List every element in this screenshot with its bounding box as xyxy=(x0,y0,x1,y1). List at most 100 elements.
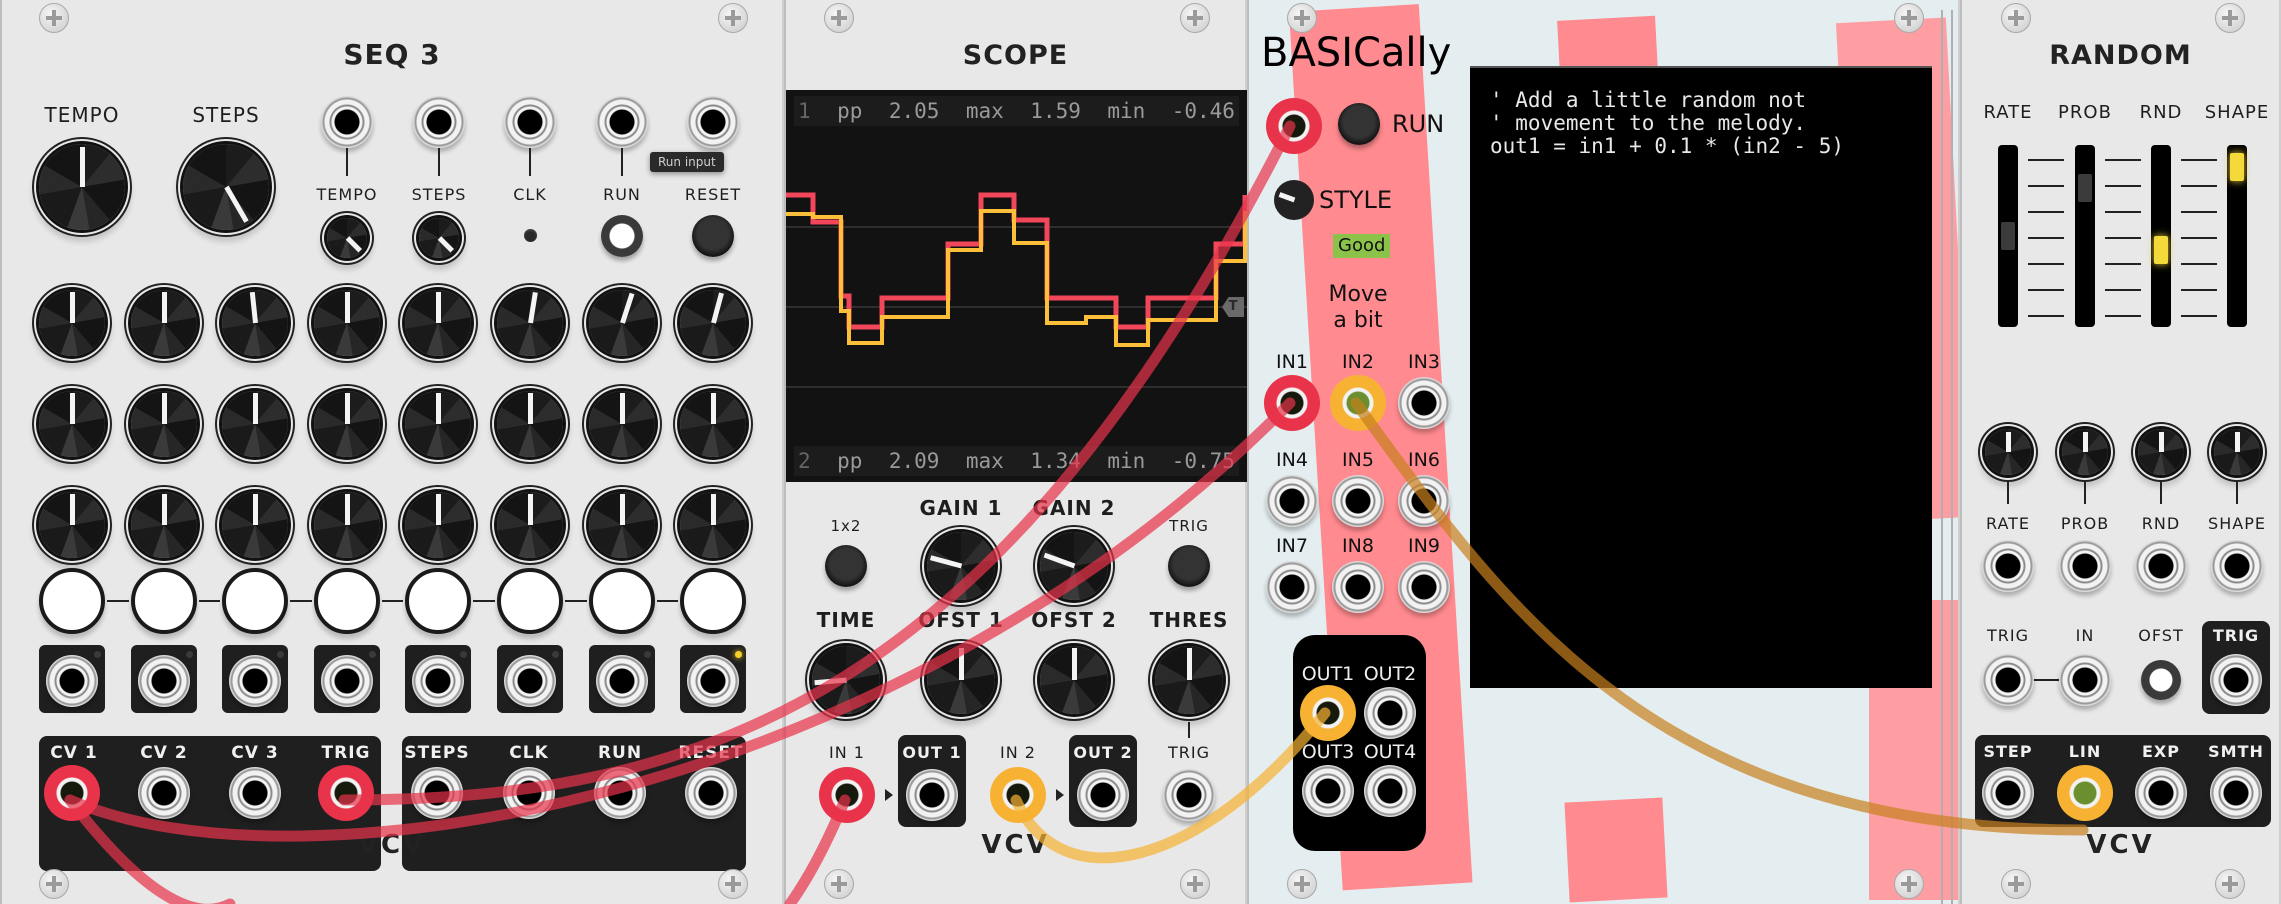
smth-output-jack[interactable] xyxy=(2210,767,2262,819)
cv2-output-jack[interactable] xyxy=(138,767,190,819)
step-gate-output-jack[interactable] xyxy=(321,655,373,707)
code-editor[interactable]: ' Add a little random not ' movement to … xyxy=(1470,66,1932,688)
output-jack[interactable] xyxy=(1302,765,1354,817)
step-knob[interactable] xyxy=(314,492,380,558)
input-jack[interactable] xyxy=(1398,377,1450,429)
cv-input-jack[interactable] xyxy=(2059,540,2111,592)
reset-input-jack[interactable] xyxy=(687,96,739,148)
output-plugged[interactable] xyxy=(1300,685,1356,741)
exp-output-jack[interactable] xyxy=(2135,767,2187,819)
input-jack[interactable] xyxy=(1266,475,1318,527)
step-gate-output-jack[interactable] xyxy=(229,655,281,707)
thres-knob[interactable] xyxy=(1155,646,1223,714)
step-knob[interactable] xyxy=(39,290,105,356)
time-knob[interactable] xyxy=(812,646,880,714)
tempo-cv-input-jack[interactable] xyxy=(321,96,373,148)
cv3-output-jack[interactable] xyxy=(229,767,281,819)
cv-input-jack[interactable] xyxy=(2135,540,2187,592)
in1-plugged[interactable] xyxy=(819,767,875,823)
cv-input-jack[interactable] xyxy=(2211,540,2263,592)
step-knob[interactable] xyxy=(131,290,197,356)
cv-attenuator-knob[interactable] xyxy=(2062,429,2108,475)
cv-input-jack[interactable] xyxy=(1982,540,2034,592)
step-knob[interactable] xyxy=(680,391,746,457)
slider-handle[interactable] xyxy=(2230,153,2244,181)
gate-button[interactable] xyxy=(497,568,563,634)
step-knob[interactable] xyxy=(405,391,471,457)
clk-input-jack[interactable] xyxy=(504,96,556,148)
step-gate-output-jack[interactable] xyxy=(46,655,98,707)
cv-attenuator-knob[interactable] xyxy=(1985,429,2031,475)
output-jack[interactable] xyxy=(1364,687,1416,739)
gate-button[interactable] xyxy=(680,568,746,634)
gain2-knob[interactable] xyxy=(1040,532,1108,600)
step-knob[interactable] xyxy=(131,391,197,457)
run-input-jack[interactable] xyxy=(596,96,648,148)
ofst1-knob[interactable] xyxy=(927,646,995,714)
step-knob[interactable] xyxy=(314,290,380,356)
clk-output-jack[interactable] xyxy=(503,767,555,819)
cv-attenuator-knob[interactable] xyxy=(2214,429,2260,475)
step-knob[interactable] xyxy=(405,492,471,558)
step-knob[interactable] xyxy=(497,290,563,356)
step-knob[interactable] xyxy=(314,391,380,457)
out2-jack[interactable] xyxy=(1077,769,1129,821)
gate-button[interactable] xyxy=(222,568,288,634)
gate-button[interactable] xyxy=(589,568,655,634)
offset-button[interactable] xyxy=(2141,660,2181,700)
step-knob[interactable] xyxy=(497,391,563,457)
step-knob[interactable] xyxy=(222,290,288,356)
tempo-knob[interactable] xyxy=(39,144,125,230)
step-knob[interactable] xyxy=(222,492,288,558)
gate-button[interactable] xyxy=(314,568,380,634)
step-knob[interactable] xyxy=(405,290,471,356)
run-button[interactable] xyxy=(601,215,643,257)
style-knob[interactable] xyxy=(1274,180,1314,220)
trig-button[interactable] xyxy=(1168,545,1210,587)
output-jack[interactable] xyxy=(1364,765,1416,817)
step-gate-output-jack[interactable] xyxy=(596,655,648,707)
run-output-jack[interactable] xyxy=(594,767,646,819)
steps-output-jack[interactable] xyxy=(411,767,463,819)
input-plugged[interactable] xyxy=(1264,375,1320,431)
gate-button[interactable] xyxy=(131,568,197,634)
gain1-knob[interactable] xyxy=(927,532,995,600)
out1-jack[interactable] xyxy=(906,769,958,821)
steps-cv-attenuator-knob[interactable] xyxy=(419,218,459,258)
1x2-button[interactable] xyxy=(825,545,867,587)
tempo-cv-attenuator-knob[interactable] xyxy=(327,218,367,258)
gate-button[interactable] xyxy=(39,568,105,634)
cv-attenuator-knob[interactable] xyxy=(2138,429,2184,475)
step-output-jack[interactable] xyxy=(1982,767,2034,819)
step-knob[interactable] xyxy=(497,492,563,558)
slider-handle[interactable] xyxy=(2078,173,2092,202)
step-gate-output-jack[interactable] xyxy=(687,655,739,707)
step-knob[interactable] xyxy=(39,492,105,558)
scope-display[interactable]: 1 pp 2.05 max 1.59 min -0.46 T 2 pp 2.09… xyxy=(786,90,1247,482)
slider-track[interactable] xyxy=(2075,145,2095,327)
steps-knob[interactable] xyxy=(183,144,269,230)
slider-handle[interactable] xyxy=(2001,222,2015,250)
step-knob[interactable] xyxy=(131,492,197,558)
input-jack[interactable] xyxy=(1398,475,1450,527)
input-jack[interactable] xyxy=(1266,561,1318,613)
step-gate-output-jack[interactable] xyxy=(138,655,190,707)
trig-output-jack[interactable] xyxy=(2210,654,2262,706)
input-jack[interactable] xyxy=(1332,475,1384,527)
trig-input-jack[interactable] xyxy=(1163,769,1215,821)
ofst2-knob[interactable] xyxy=(1040,646,1108,714)
reset-output-jack[interactable] xyxy=(685,767,737,819)
in-jack[interactable] xyxy=(2059,654,2111,706)
step-knob[interactable] xyxy=(680,492,746,558)
cv1-output-plugged[interactable] xyxy=(44,765,100,821)
gate-button[interactable] xyxy=(405,568,471,634)
input-jack[interactable] xyxy=(1398,561,1450,613)
step-knob[interactable] xyxy=(39,391,105,457)
reset-button[interactable] xyxy=(692,215,734,257)
run-trigger-input-plugged[interactable] xyxy=(1266,98,1322,154)
step-knob[interactable] xyxy=(589,492,655,558)
trig-input-jack[interactable] xyxy=(1982,654,2034,706)
step-gate-output-jack[interactable] xyxy=(412,655,464,707)
step-knob[interactable] xyxy=(589,290,655,356)
slider-handle[interactable] xyxy=(2154,235,2168,264)
